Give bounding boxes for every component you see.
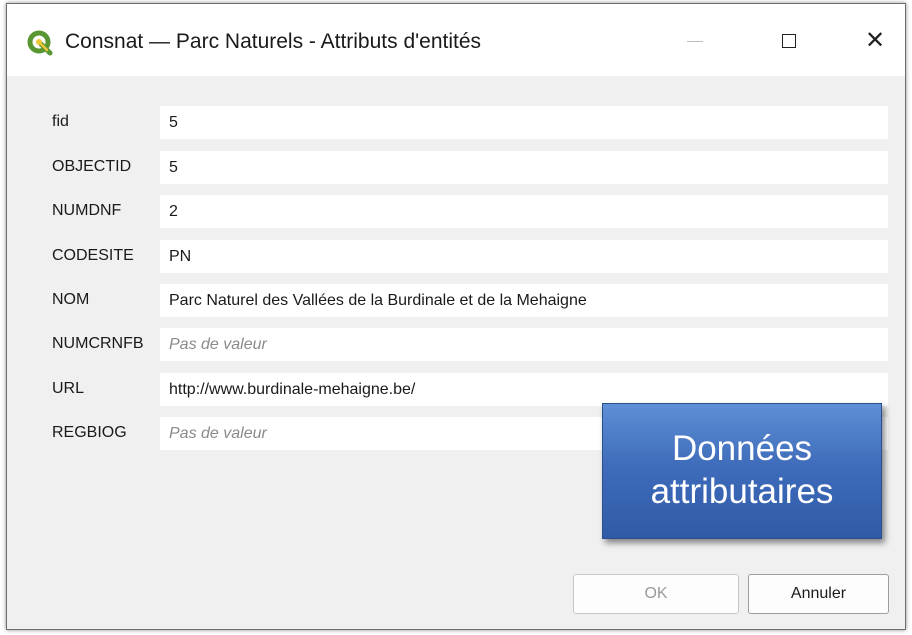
field-label-objectid: OBJECTID bbox=[52, 158, 132, 175]
field-label-regbiog: REGBIOG bbox=[52, 424, 127, 441]
close-icon: ✕ bbox=[864, 27, 886, 54]
field-row-fid: fid bbox=[7, 106, 907, 140]
maximize-button[interactable] bbox=[759, 18, 819, 64]
maximize-icon bbox=[782, 34, 796, 48]
field-input-fid[interactable] bbox=[160, 106, 888, 139]
qgis-logo-icon bbox=[27, 30, 53, 56]
field-label-fid: fid bbox=[52, 113, 69, 130]
field-input-codesite[interactable] bbox=[160, 240, 888, 273]
field-row-numdnf: NUMDNF bbox=[7, 195, 907, 229]
field-label-numcrnfb: NUMCRNFB bbox=[52, 335, 144, 352]
field-label-codesite: CODESITE bbox=[52, 247, 134, 264]
field-row-url: URL bbox=[7, 373, 907, 407]
field-row-codesite: CODESITE bbox=[7, 240, 907, 274]
ok-button[interactable]: OK bbox=[573, 574, 739, 614]
callout-line-2: attributaires bbox=[650, 472, 834, 511]
field-input-nom[interactable] bbox=[160, 284, 888, 317]
callout-line-1: Données bbox=[671, 429, 813, 469]
field-row-nom: NOM bbox=[7, 284, 907, 318]
field-row-objectid: OBJECTID bbox=[7, 151, 907, 185]
field-label-nom: NOM bbox=[52, 291, 90, 308]
field-input-url[interactable] bbox=[160, 373, 888, 406]
field-input-numdnf[interactable] bbox=[160, 195, 888, 228]
title-bar[interactable]: Consnat — Parc Naturels - Attributs d'en… bbox=[7, 4, 905, 76]
field-row-numcrnfb: NUMCRNFB bbox=[7, 328, 907, 362]
field-input-objectid[interactable] bbox=[160, 151, 888, 184]
field-label-url: URL bbox=[52, 380, 85, 397]
cancel-button[interactable]: Annuler bbox=[748, 574, 889, 614]
window-title: Consnat — Parc Naturels - Attributs d'en… bbox=[65, 30, 482, 53]
close-button[interactable]: ✕ bbox=[845, 18, 905, 64]
minimize-button[interactable] bbox=[665, 18, 725, 64]
field-input-numcrnfb[interactable] bbox=[160, 328, 888, 361]
annotation-callout: Données attributaires bbox=[602, 403, 882, 539]
field-label-numdnf: NUMDNF bbox=[52, 202, 122, 219]
minimize-icon bbox=[687, 40, 703, 42]
